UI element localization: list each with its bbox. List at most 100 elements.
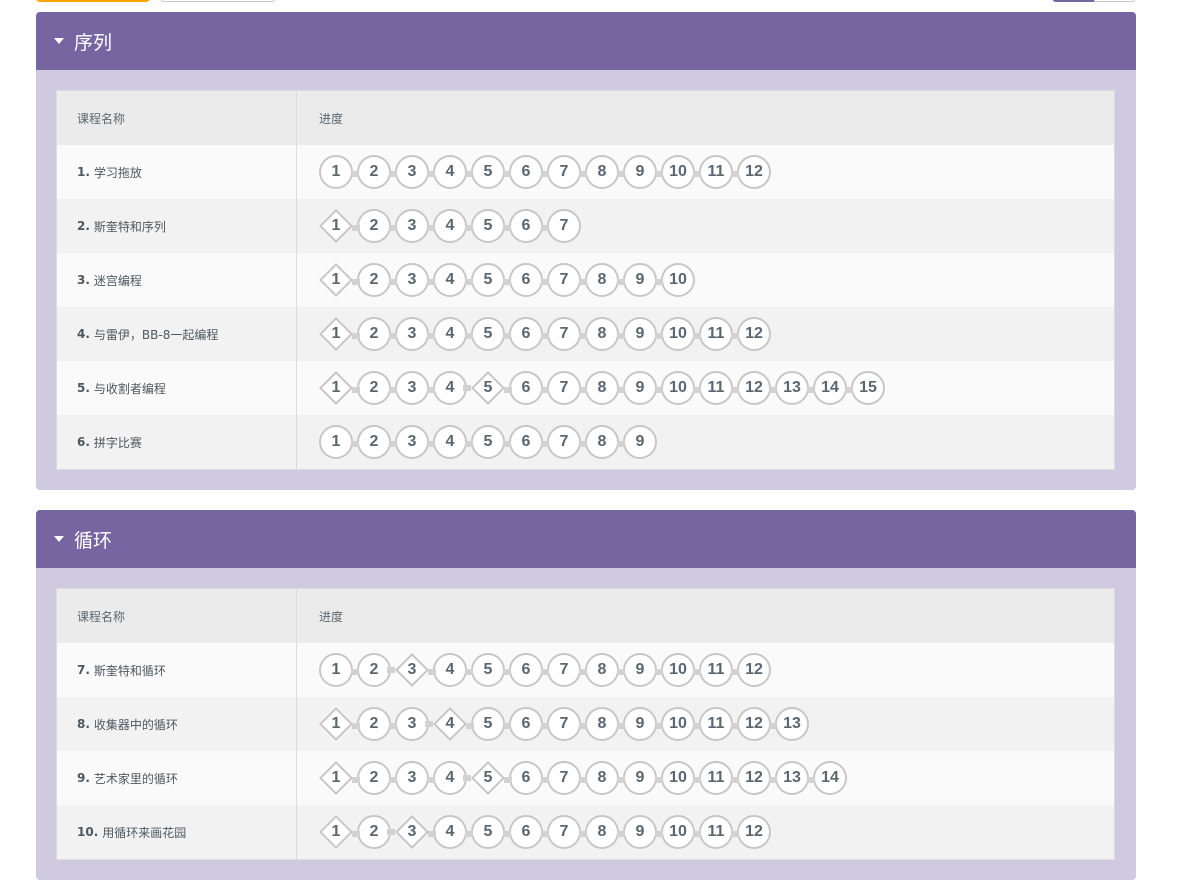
lesson-name[interactable]: 与收割者编程	[94, 380, 166, 397]
level-bubble[interactable]: 5	[463, 761, 505, 795]
level-bubble[interactable]: 5	[465, 155, 505, 189]
level-bubble[interactable]: 8	[579, 653, 619, 687]
level-bubble[interactable]: 12	[731, 761, 771, 795]
level-bubble[interactable]: 6	[504, 761, 543, 795]
level-bubble[interactable]: 3	[389, 425, 429, 459]
lesson-name[interactable]: 迷宫编程	[94, 272, 142, 289]
level-bubble[interactable]: 10	[655, 371, 695, 405]
level-bubble[interactable]: 2	[352, 371, 391, 405]
level-bubble[interactable]: 5	[465, 425, 505, 459]
level-bubble[interactable]: 7	[541, 425, 581, 459]
level-bubble[interactable]: 10	[655, 317, 695, 351]
level-bubble[interactable]: 10	[655, 707, 695, 741]
level-bubble[interactable]: 15	[845, 371, 885, 405]
level-bubble[interactable]: 4	[427, 761, 467, 795]
view-toggle-left[interactable]	[1052, 0, 1094, 2]
level-bubble[interactable]: 3	[389, 707, 429, 741]
level-bubble[interactable]: 3	[389, 209, 429, 243]
level-bubble[interactable]: 7	[541, 209, 581, 243]
level-bubble[interactable]: 6	[503, 707, 543, 741]
level-bubble[interactable]: 6	[503, 425, 543, 459]
level-bubble[interactable]: 5	[465, 815, 505, 849]
level-bubble[interactable]: 1	[319, 815, 353, 849]
level-bubble[interactable]: 3	[389, 317, 429, 351]
level-bubble[interactable]: 11	[693, 761, 733, 795]
level-bubble[interactable]: 14	[807, 371, 847, 405]
level-bubble[interactable]: 2	[351, 425, 391, 459]
level-bubble[interactable]: 9	[617, 707, 657, 741]
level-bubble[interactable]: 3	[389, 761, 429, 795]
level-bubble[interactable]: 10	[655, 263, 695, 297]
lesson-name[interactable]: 用循环来画花园	[102, 824, 186, 841]
level-bubble[interactable]: 1	[319, 263, 353, 297]
level-bubble[interactable]: 12	[731, 317, 771, 351]
secondary-button[interactable]	[160, 0, 276, 2]
level-bubble[interactable]: 8	[579, 707, 619, 741]
level-bubble[interactable]: 10	[655, 815, 695, 849]
lesson-name[interactable]: 收集器中的循环	[94, 716, 178, 733]
level-bubble[interactable]: 9	[617, 761, 657, 795]
level-bubble[interactable]: 1	[319, 155, 353, 189]
level-bubble[interactable]: 9	[617, 263, 657, 297]
level-bubble[interactable]: 9	[617, 155, 657, 189]
level-bubble[interactable]: 11	[693, 371, 733, 405]
level-bubble[interactable]: 13	[769, 761, 809, 795]
level-bubble[interactable]: 6	[503, 653, 543, 687]
level-bubble[interactable]: 11	[693, 653, 733, 687]
level-bubble[interactable]: 6	[503, 263, 543, 297]
level-bubble[interactable]: 5	[466, 707, 505, 741]
level-bubble[interactable]: 14	[807, 761, 847, 795]
level-bubble[interactable]: 8	[579, 815, 619, 849]
level-bubble[interactable]: 6	[503, 209, 543, 243]
level-bubble[interactable]: 5	[465, 263, 505, 297]
level-bubble[interactable]: 8	[579, 263, 619, 297]
level-bubble[interactable]: 5	[463, 371, 505, 405]
level-bubble[interactable]: 9	[617, 317, 657, 351]
level-bubble[interactable]: 7	[541, 263, 581, 297]
level-bubble[interactable]: 3	[389, 155, 429, 189]
level-bubble[interactable]: 1	[319, 317, 353, 351]
level-bubble[interactable]: 12	[731, 707, 771, 741]
level-bubble[interactable]: 4	[427, 209, 467, 243]
level-bubble[interactable]: 13	[769, 371, 809, 405]
level-bubble[interactable]: 4	[428, 815, 467, 849]
level-bubble[interactable]: 12	[731, 371, 771, 405]
level-bubble[interactable]: 3	[387, 815, 429, 849]
level-bubble[interactable]: 3	[389, 371, 429, 405]
level-bubble[interactable]: 12	[731, 815, 771, 849]
level-bubble[interactable]: 8	[579, 317, 619, 351]
level-bubble[interactable]: 4	[427, 155, 467, 189]
level-bubble[interactable]: 4	[427, 425, 467, 459]
level-bubble[interactable]: 7	[541, 815, 581, 849]
level-bubble[interactable]: 5	[465, 209, 505, 243]
level-bubble[interactable]: 1	[319, 653, 353, 687]
level-bubble[interactable]: 9	[617, 371, 657, 405]
level-bubble[interactable]: 7	[541, 371, 581, 405]
level-bubble[interactable]: 6	[503, 317, 543, 351]
level-bubble[interactable]: 3	[389, 263, 429, 297]
level-bubble[interactable]: 5	[465, 653, 505, 687]
level-bubble[interactable]: 11	[693, 317, 733, 351]
level-bubble[interactable]: 8	[579, 761, 619, 795]
level-bubble[interactable]: 7	[541, 653, 581, 687]
level-bubble[interactable]: 2	[351, 155, 391, 189]
level-bubble[interactable]: 4	[427, 263, 467, 297]
level-bubble[interactable]: 2	[352, 815, 391, 849]
level-bubble[interactable]: 9	[617, 425, 657, 459]
lesson-name[interactable]: 斯奎特和循环	[94, 662, 166, 679]
level-bubble[interactable]: 7	[541, 707, 581, 741]
lesson-name[interactable]: 艺术家里的循环	[94, 770, 178, 787]
level-bubble[interactable]: 1	[319, 761, 353, 795]
level-bubble[interactable]: 2	[352, 761, 391, 795]
level-bubble[interactable]: 1	[319, 425, 353, 459]
lesson-name[interactable]: 斯奎特和序列	[94, 218, 166, 235]
primary-button[interactable]	[36, 0, 150, 2]
level-bubble[interactable]: 7	[541, 317, 581, 351]
level-bubble[interactable]: 1	[319, 209, 353, 243]
level-bubble[interactable]: 4	[425, 707, 467, 741]
level-bubble[interactable]: 12	[731, 155, 771, 189]
level-bubble[interactable]: 2	[352, 317, 391, 351]
level-bubble[interactable]: 3	[387, 653, 429, 687]
level-bubble[interactable]: 6	[504, 371, 543, 405]
level-bubble[interactable]: 13	[769, 707, 809, 741]
